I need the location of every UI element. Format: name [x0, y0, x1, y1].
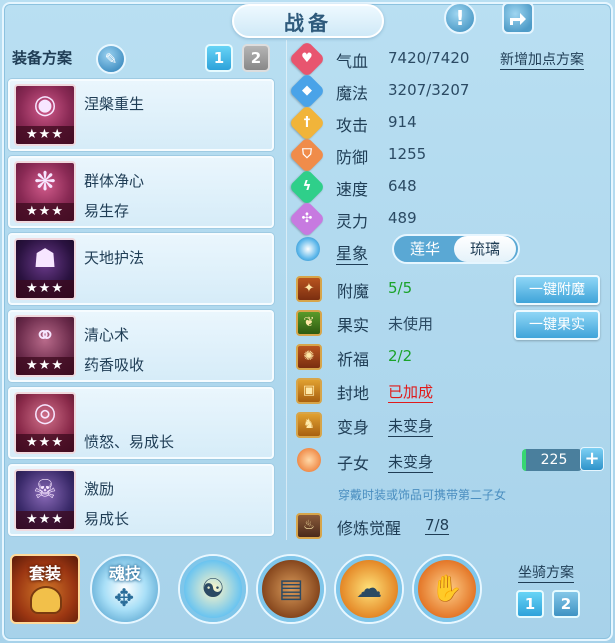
fief-value[interactable]: 已加成 [388, 381, 434, 403]
one-click-fruit-button[interactable]: 一键果实 [514, 310, 600, 340]
heart-icon: ♥ [288, 40, 326, 78]
stat-spi: ✣ 灵力 489 [288, 200, 604, 238]
stat-atk: † 攻击 914 [288, 104, 604, 142]
title-plate: 战备 [232, 4, 384, 38]
mount-plan-label[interactable]: 坐骑方案 [518, 562, 574, 583]
pencil-icon[interactable]: ✎ [96, 44, 126, 74]
stat-spd: ϟ 速度 648 [288, 168, 604, 206]
equip-skill-label: 清心术 [84, 326, 130, 344]
plan-tab-1[interactable]: 1 [205, 44, 233, 72]
jeweled-belt-icon: ◎ ★★★ [14, 392, 76, 454]
blessing-icon: ✺ [296, 344, 322, 370]
scroll-skill-icon[interactable]: ▤ [258, 556, 324, 622]
share-icon[interactable] [502, 2, 534, 34]
equip-card-5[interactable]: ◎ ★★★ 愤怒、易成长 [8, 387, 274, 459]
child-value[interactable]: 未变身 [388, 451, 434, 473]
soul-skill-label: 魂技 [108, 564, 141, 583]
bottom-bar: 套装 魂技 ✥ ☯ ▤ ☁ ✋ 坐骑方案 1 2 [4, 548, 611, 640]
equip-effect-label: 易成长 [84, 510, 130, 528]
fruit-icon: ❦ [296, 310, 322, 336]
palm-skill-icon[interactable]: ✋ [414, 556, 480, 622]
equip-card-3[interactable]: ☗ ★★★ 天地护法 [8, 233, 274, 305]
spirit-wings-icon: ✥ [114, 584, 135, 612]
equip-card-6[interactable]: ☠ ★★★ 激励 易成长 [8, 464, 274, 536]
cauldron-icon [30, 586, 62, 614]
constellation-toggle[interactable]: 莲华 琉璃 [392, 234, 520, 264]
second-child-hint[interactable]: 穿戴时装或饰品可携带第二子女 [338, 486, 506, 503]
plus-button[interactable]: + [580, 447, 604, 471]
cultivation-label: 修炼觉醒 [337, 519, 402, 538]
transform-label: 变身 [337, 418, 370, 437]
golden-chain-icon: ⚭ ★★★ [14, 315, 76, 377]
one-click-enchant-button[interactable]: 一键附魔 [514, 275, 600, 305]
equip-card-4[interactable]: ⚭ ★★★ 清心术 药香吸收 [8, 310, 274, 382]
equip-card-2[interactable]: ❋ ★★★ 群体净心 易生存 [8, 156, 274, 228]
purple-orb-icon: ◉ ★★★ [14, 84, 76, 146]
equip-skill-label: 天地护法 [84, 249, 145, 267]
stat-def: ⛉ 防御 1255 [288, 136, 604, 174]
enchant-icon: ✦ [296, 276, 322, 302]
cloth-skill-icon[interactable]: ☁ [336, 556, 402, 622]
column-divider [286, 40, 287, 540]
ghost-armor-icon: ☠ ★★★ [14, 469, 76, 531]
cultivation-icon: ♨ [296, 513, 322, 539]
dark-mask-icon: ☗ ★★★ [14, 238, 76, 300]
lightning-icon: ϟ [288, 168, 326, 206]
equip-plan-label: 装备方案 [12, 49, 73, 67]
fief-icon: ▣ [296, 378, 322, 404]
blessing-value: 2/2 [388, 347, 413, 365]
child-icon [297, 448, 321, 472]
spirit-icon: ✣ [288, 200, 326, 238]
equip-effect-label: 易生存 [84, 202, 130, 220]
constellation-option-lotus[interactable]: 莲华 [394, 236, 456, 262]
mount-tab-2[interactable]: 2 [552, 590, 580, 618]
sparkle-branch-icon: ❋ ★★★ [14, 161, 76, 223]
constellation-label[interactable]: 星象 [336, 240, 369, 265]
enchant-value: 5/5 [388, 279, 413, 297]
constellation-option-glaze[interactable]: 琉璃 [454, 236, 516, 262]
transform-icon: ♞ [296, 412, 322, 438]
cultivation-value[interactable]: 7/8 [425, 516, 450, 535]
sword-icon: † [288, 104, 326, 142]
fruit-label: 果实 [337, 316, 370, 335]
shield-icon: ⛉ [288, 136, 326, 174]
exclamation-icon[interactable]: ! [444, 2, 476, 34]
fruit-value: 未使用 [388, 315, 434, 333]
equip-skill-label: 激励 [84, 480, 115, 498]
child-counter: 225 [522, 449, 582, 471]
equip-skill-label: 涅槃重生 [84, 95, 145, 113]
equip-card-1[interactable]: ◉ ★★★ 涅槃重生 [8, 79, 274, 151]
enchant-label: 附魔 [337, 282, 370, 301]
star-compass-icon [296, 237, 320, 261]
page-title: 战备 [284, 10, 332, 35]
soul-skill-button[interactable]: 魂技 ✥ [90, 554, 160, 624]
set-label: 套装 [28, 564, 61, 583]
stat-mp: ◆ 魔法 3207/3207 [288, 72, 604, 110]
equip-skill-label: 群体净心 [84, 172, 145, 190]
equip-effect-label: 愤怒、易成长 [84, 433, 175, 451]
mana-drop-icon: ◆ [288, 72, 326, 110]
set-button[interactable]: 套装 [10, 554, 80, 624]
child-label: 子女 [337, 454, 370, 473]
transform-value[interactable]: 未变身 [388, 415, 434, 437]
blessing-label: 祈福 [337, 350, 370, 369]
add-points-plan-link[interactable]: 新增加点方案 [500, 49, 584, 70]
fief-label: 封地 [337, 384, 370, 403]
monk-skill-icon[interactable]: ☯ [180, 556, 246, 622]
equip-effect-label: 药香吸收 [84, 356, 145, 374]
plan-tab-2[interactable]: 2 [242, 44, 270, 72]
mount-tab-1[interactable]: 1 [516, 590, 544, 618]
